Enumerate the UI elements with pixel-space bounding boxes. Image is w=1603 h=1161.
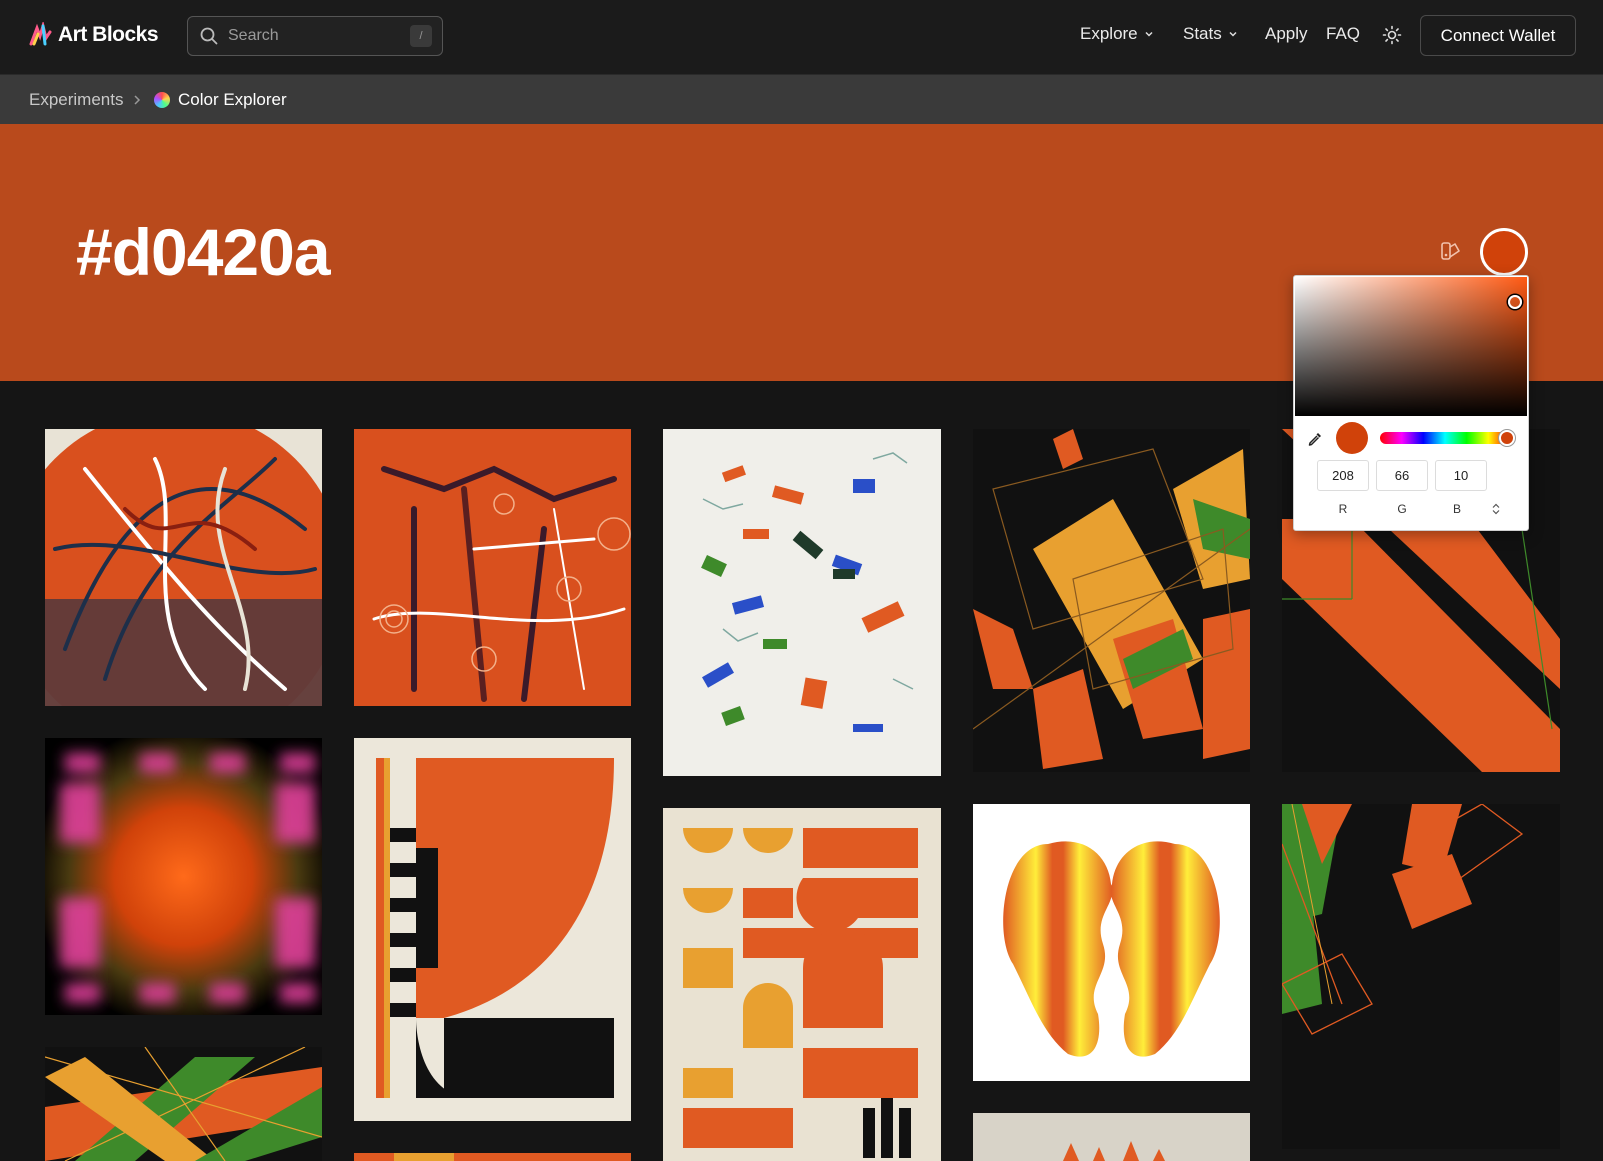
chevron-down-icon xyxy=(1145,31,1153,37)
chevron-right-icon xyxy=(134,95,141,105)
saturation-value-handle[interactable] xyxy=(1508,295,1522,309)
up-down-arrows-icon[interactable] xyxy=(1491,503,1501,515)
green-channel-label: G xyxy=(1397,502,1407,516)
home-logo[interactable]: Art Blocks xyxy=(28,22,159,48)
art-blocks-logo-icon xyxy=(29,22,52,46)
nav-faq[interactable]: FAQ xyxy=(1326,24,1360,44)
artwork-card[interactable] xyxy=(663,808,941,1161)
breadcrumb: Experiments Color Explorer xyxy=(0,75,1603,124)
artwork-card[interactable] xyxy=(45,1047,322,1161)
hex-color-title: #d0420a xyxy=(76,215,331,289)
nav-apply-label: Apply xyxy=(1265,24,1308,43)
nav-apply[interactable]: Apply xyxy=(1265,24,1308,44)
connect-wallet-button[interactable]: Connect Wallet xyxy=(1420,15,1576,56)
chevron-down-icon xyxy=(1229,31,1237,37)
palette-icon[interactable] xyxy=(1440,240,1462,262)
blue-channel-label: B xyxy=(1452,502,1461,516)
nav-explore[interactable]: Explore xyxy=(1080,24,1154,44)
hue-slider-handle[interactable] xyxy=(1499,430,1515,446)
artwork-card[interactable] xyxy=(973,429,1250,772)
saturation-value-area[interactable] xyxy=(1295,277,1527,416)
nav-stats[interactable]: Stats xyxy=(1183,24,1238,44)
artwork-card[interactable] xyxy=(663,429,941,776)
artwork-card[interactable] xyxy=(45,738,322,1015)
artwork-card[interactable] xyxy=(354,429,631,706)
blue-channel-input[interactable]: 10 xyxy=(1435,460,1487,491)
brand-name: Art Blocks xyxy=(58,23,159,46)
search-icon xyxy=(200,27,218,45)
color-wheel-icon xyxy=(154,92,170,108)
breadcrumb-experiments[interactable]: Experiments xyxy=(29,90,123,110)
artwork-card[interactable] xyxy=(45,429,322,706)
red-channel-label: R xyxy=(1338,502,1348,516)
sun-icon[interactable] xyxy=(1382,25,1402,45)
artwork-card[interactable] xyxy=(1282,804,1560,1149)
artwork-card[interactable] xyxy=(354,1153,631,1161)
artwork-card[interactable] xyxy=(973,804,1250,1081)
hue-slider[interactable] xyxy=(1380,432,1510,444)
red-channel-input[interactable]: 208 xyxy=(1317,460,1369,491)
search-shortcut-key: / xyxy=(410,25,432,47)
artwork-card[interactable] xyxy=(973,1113,1250,1161)
selected-color-preview xyxy=(1336,422,1368,454)
nav-explore-label: Explore xyxy=(1080,24,1138,43)
nav-stats-label: Stats xyxy=(1183,24,1222,43)
search-input[interactable]: Search / xyxy=(187,16,443,56)
artwork-card[interactable] xyxy=(354,738,631,1121)
breadcrumb-color-explorer: Color Explorer xyxy=(178,90,287,109)
color-swatch-button[interactable] xyxy=(1480,228,1528,276)
color-picker-popover: 208 66 10 R G B xyxy=(1293,275,1529,531)
search-placeholder: Search xyxy=(228,27,279,44)
top-navigation: Art Blocks Search / Explore Stats Apply … xyxy=(0,0,1603,75)
nav-faq-label: FAQ xyxy=(1326,24,1361,43)
eyedropper-icon[interactable] xyxy=(1307,431,1323,447)
green-channel-input[interactable]: 66 xyxy=(1376,460,1428,491)
